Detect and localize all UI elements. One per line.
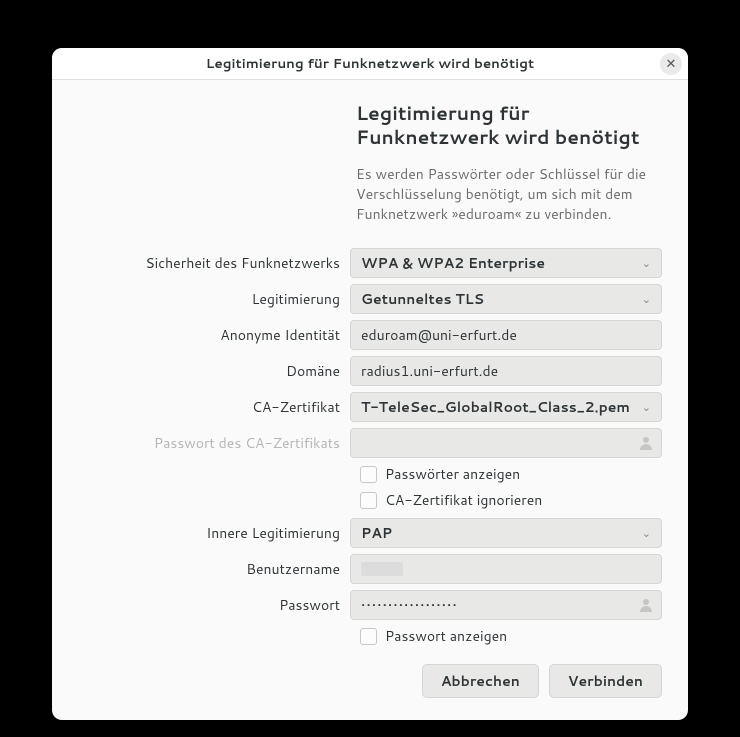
show-password-checkbox[interactable] bbox=[360, 628, 377, 645]
connect-button[interactable]: Verbinden bbox=[549, 664, 662, 698]
dialog-content: Legitimierung für Funknetzwerk wird benö… bbox=[52, 80, 688, 720]
user-icon bbox=[638, 435, 654, 451]
inner-auth-value: PAP bbox=[361, 523, 392, 543]
close-icon: ✕ bbox=[666, 55, 677, 73]
user-icon bbox=[638, 597, 654, 613]
dialog-heading: Legitimierung für Funknetzwerk wird benö… bbox=[356, 102, 662, 150]
inner-auth-select[interactable]: PAP ⌄ bbox=[350, 518, 662, 548]
capass-input bbox=[350, 428, 662, 458]
chevron-down-icon: ⌄ bbox=[642, 399, 651, 415]
label-cacert: CA-Zertifikat bbox=[78, 397, 350, 417]
auth-value: Getunneltes TLS bbox=[361, 289, 484, 309]
label-domain: Domäne bbox=[78, 361, 350, 381]
username-input[interactable] bbox=[350, 554, 662, 584]
dialog-description: Es werden Passwörter oder Schlüssel für … bbox=[356, 164, 662, 225]
chevron-down-icon: ⌄ bbox=[642, 291, 651, 307]
show-passwords-label: Passwörter anzeigen bbox=[385, 464, 520, 484]
password-input[interactable] bbox=[350, 590, 662, 620]
domain-input[interactable] bbox=[350, 356, 662, 386]
cacert-select[interactable]: T-TeleSec_GlobalRoot_Class_2.pem ⌄ bbox=[350, 392, 662, 422]
show-passwords-checkbox[interactable] bbox=[360, 466, 377, 483]
label-pass: Passwort bbox=[78, 595, 350, 615]
dialog-window: Legitimierung für Funknetzwerk wird benö… bbox=[52, 48, 688, 720]
chevron-down-icon: ⌄ bbox=[642, 255, 651, 271]
chevron-down-icon: ⌄ bbox=[642, 525, 651, 541]
close-button[interactable]: ✕ bbox=[660, 53, 682, 75]
ignore-cacert-label: CA-Zertifikat ignorieren bbox=[385, 490, 542, 510]
label-anon: Anonyme Identität bbox=[78, 325, 350, 345]
show-password-label: Passwort anzeigen bbox=[385, 626, 507, 646]
button-row: Abbrechen Verbinden bbox=[78, 664, 662, 698]
anon-identity-input[interactable] bbox=[350, 320, 662, 350]
security-value: WPA & WPA2 Enterprise bbox=[361, 253, 545, 273]
cancel-button[interactable]: Abbrechen bbox=[422, 664, 539, 698]
label-auth: Legitimierung bbox=[78, 289, 350, 309]
label-capass: Passwort des CA-Zertifikats bbox=[78, 433, 350, 453]
label-user: Benutzername bbox=[78, 559, 350, 579]
username-redacted bbox=[361, 562, 403, 576]
titlebar: Legitimierung für Funknetzwerk wird benö… bbox=[52, 48, 688, 80]
titlebar-title: Legitimierung für Funknetzwerk wird benö… bbox=[206, 54, 534, 73]
label-inner: Innere Legitimierung bbox=[78, 523, 350, 543]
cacert-value: T-TeleSec_GlobalRoot_Class_2.pem bbox=[361, 397, 630, 417]
label-security: Sicherheit des Funknetzwerks bbox=[78, 253, 350, 273]
ignore-cacert-checkbox[interactable] bbox=[360, 492, 377, 509]
security-select[interactable]: WPA & WPA2 Enterprise ⌄ bbox=[350, 248, 662, 278]
auth-select[interactable]: Getunneltes TLS ⌄ bbox=[350, 284, 662, 314]
